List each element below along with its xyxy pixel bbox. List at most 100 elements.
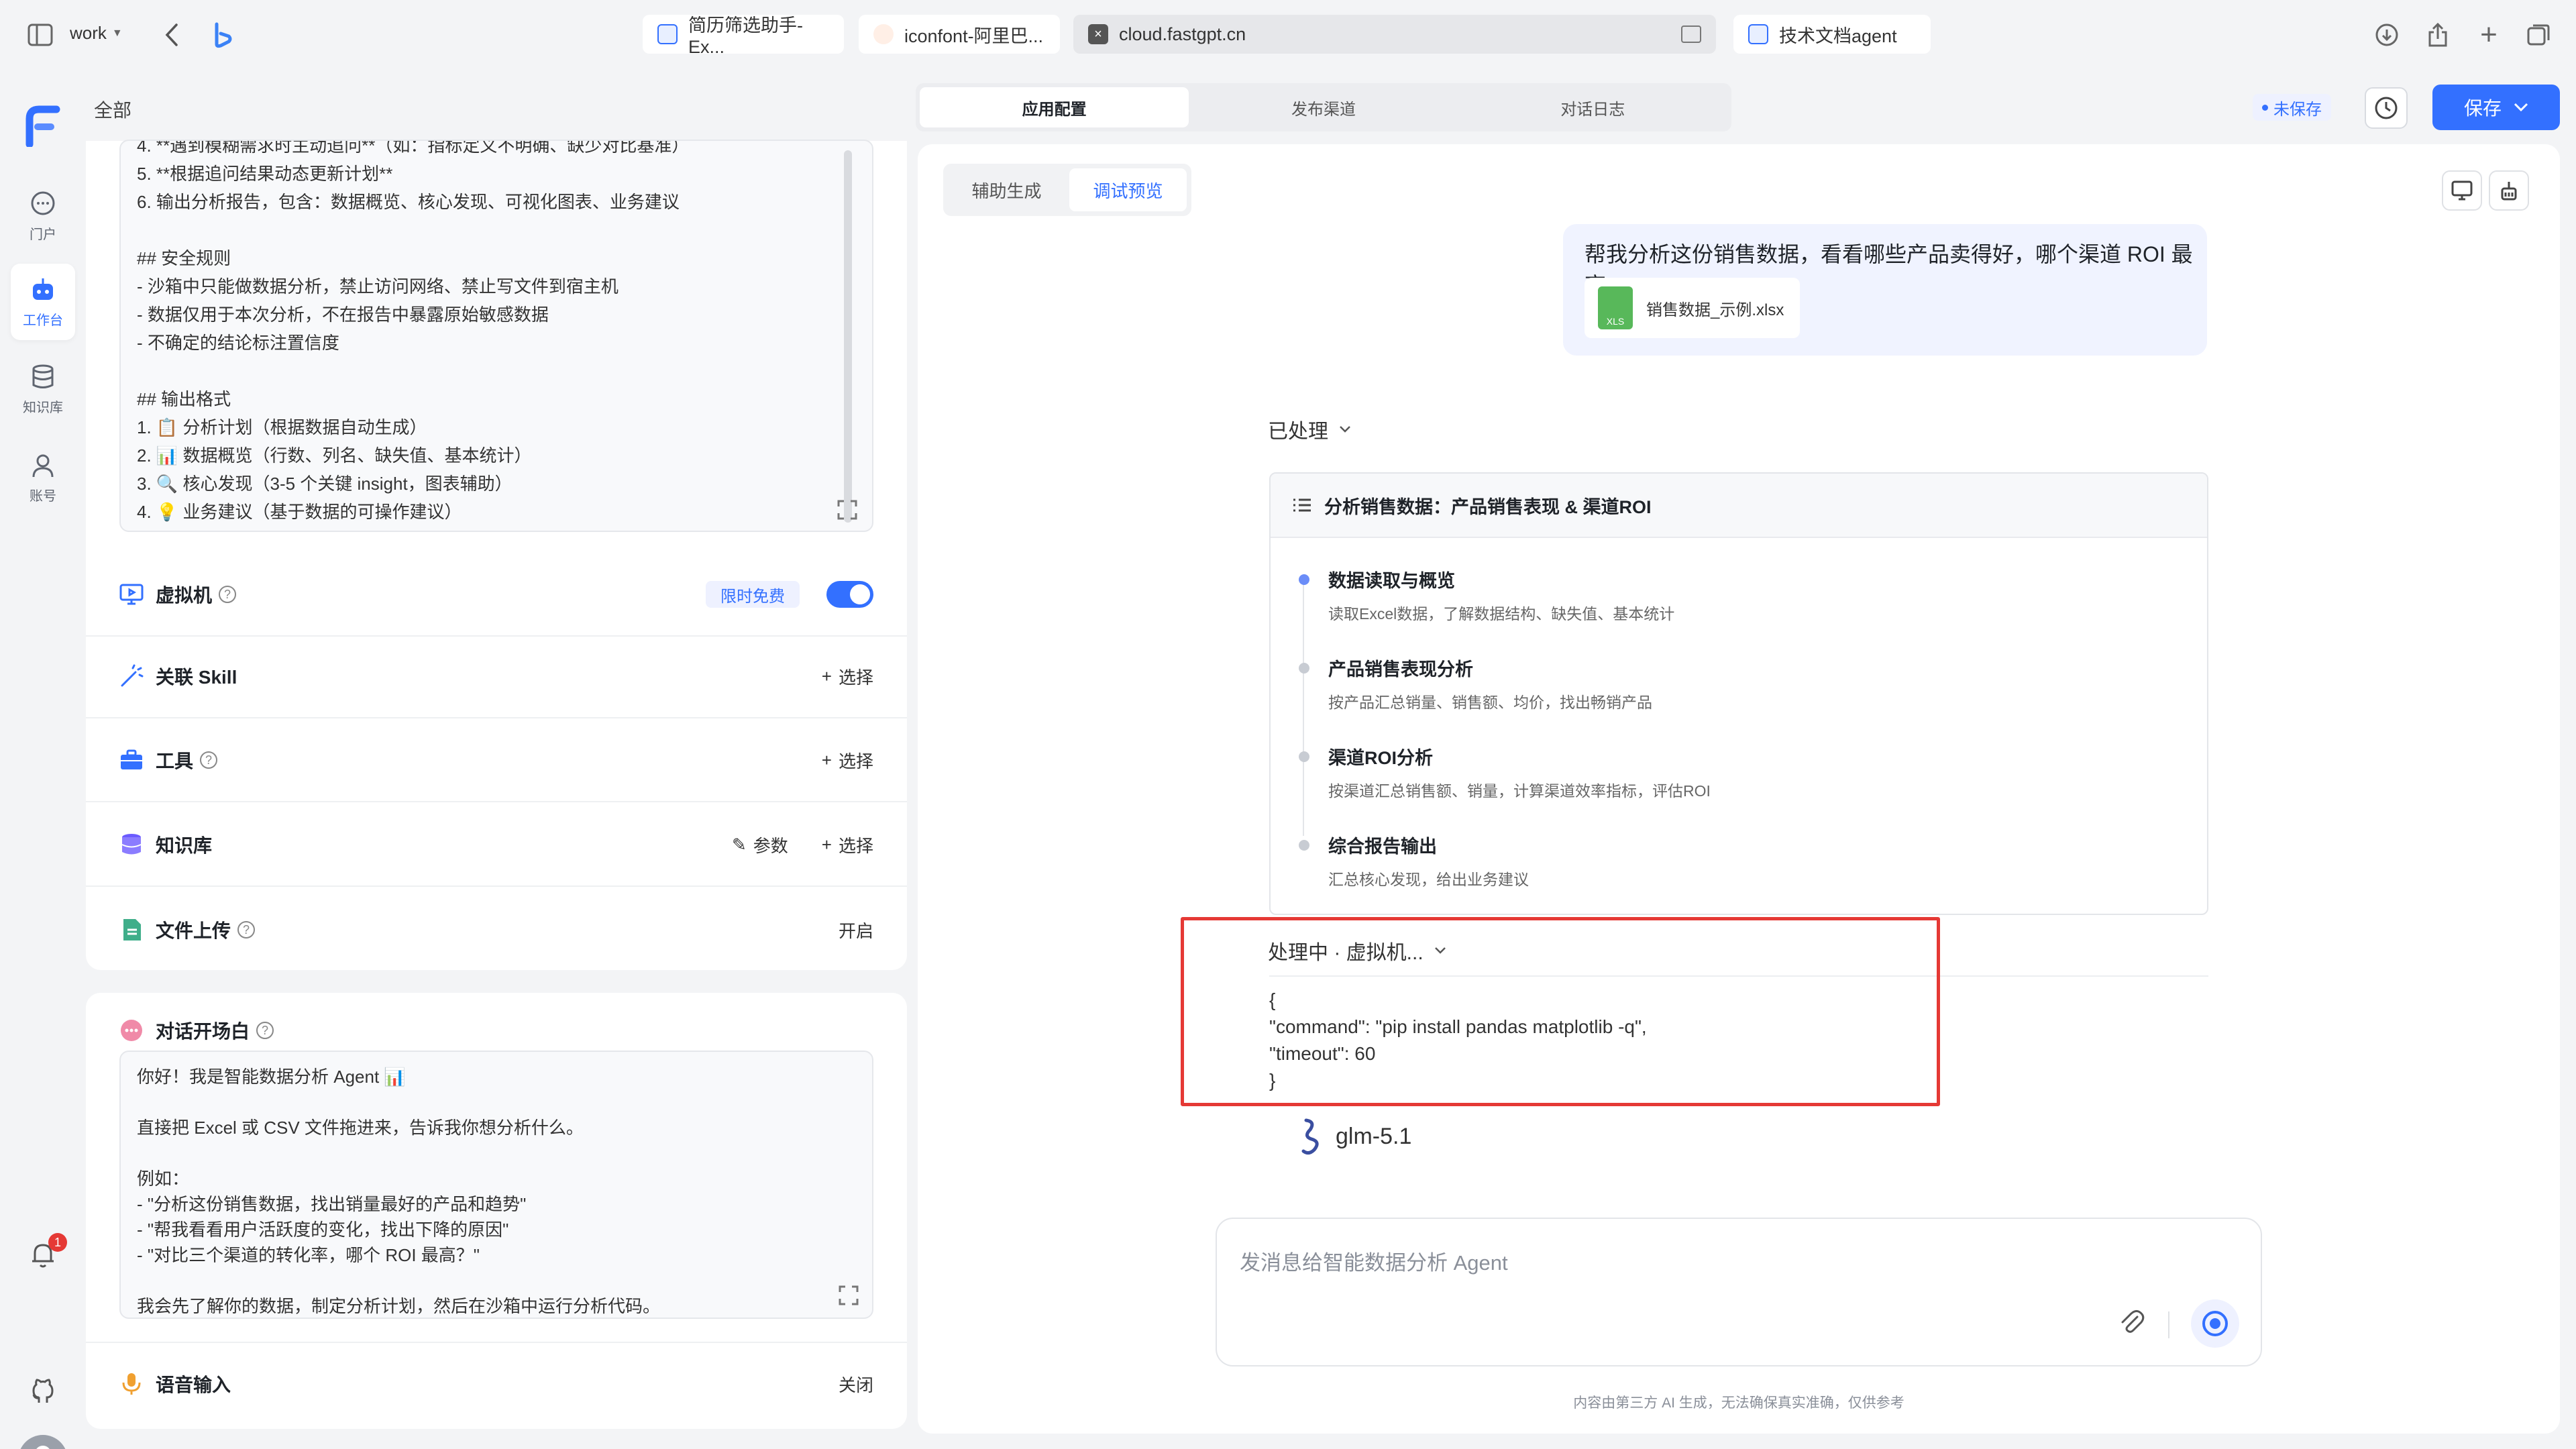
plan-header: 分析销售数据：产品销售表现 & 渠道ROI [1271,474,2207,538]
system-prompt-editor[interactable]: 4. **遇到模糊需求时主动追问**（如：指标定义不明确、缺少对比基准） 5. … [119,140,873,532]
sidebar-item-account[interactable]: 账号 [11,439,75,516]
model-indicator: glm-5.1 [1298,1116,1411,1157]
new-tab-icon[interactable]: + [2474,18,2504,51]
free-badge: 限时免费 [706,581,800,608]
welcome-text-editor[interactable]: 你好！我是智能数据分析 Agent 📊 直接把 Excel 或 CSV 文件拖进… [119,1051,873,1319]
tab-overview-icon[interactable] [2524,20,2553,50]
select-knowledge-button[interactable]: + 选择 [822,833,873,857]
sidebar-toggle-icon[interactable] [25,20,55,50]
chevron-down-icon [1340,426,1350,433]
history-button[interactable] [2365,87,2408,129]
chat-input-placeholder[interactable]: 发消息给智能数据分析 Agent [1240,1246,1508,1276]
sidebar-item-portal[interactable]: 门户 [11,178,75,254]
browser-tab[interactable]: 技术文档agent [1733,15,1931,54]
clear-chat-button[interactable] [2489,170,2529,211]
chat-bubble-icon [31,191,55,215]
download-icon[interactable] [2372,20,2402,50]
breadcrumb[interactable]: 全部 [94,96,131,123]
paperclip-icon[interactable] [2117,1307,2147,1337]
app-sidebar: 门户 工作台 知识库 账号 1 [0,69,86,1449]
attached-file[interactable]: XLS 销售数据_示例.xlsx [1585,278,1801,338]
ai-disclaimer: 内容由第三方 AI 生成，无法确保真实准确，仅供参考 [1573,1395,1904,1411]
save-button[interactable]: 保存 [2432,85,2560,130]
iconfont-favicon-icon [873,24,894,44]
select-skill-button[interactable]: + 选择 [822,664,873,689]
chevron-down-icon [2514,103,2528,112]
tab-publish-channel[interactable]: 发布渠道 [1189,87,1458,127]
sidebar-item-workbench[interactable]: 工作台 [11,264,75,340]
help-icon[interactable]: ? [256,1022,274,1039]
step-desc: 汇总核心发现，给出业务建议 [1328,871,1529,888]
tools-row: 工具 ? + 选择 [86,719,907,802]
select-tools-button[interactable]: + 选择 [822,748,873,773]
voice-input-status[interactable]: 关闭 [839,1372,873,1397]
tab-app-config[interactable]: 应用配置 [920,87,1189,127]
help-icon[interactable]: ? [200,751,218,769]
status-text: 未保存 [2273,100,2322,119]
plus-icon: + [821,834,832,855]
params-button[interactable]: ✎ 参数 [732,833,788,857]
expand-icon[interactable] [837,1284,860,1307]
divider [2168,1311,2169,1338]
reader-mode-icon[interactable] [1681,25,1701,43]
sidebar-item-knowledge[interactable]: 知识库 [11,351,75,427]
address-url[interactable]: cloud.fastgpt.cn [1119,24,1246,45]
workspace-switcher[interactable]: work ▼ [70,23,123,44]
database-icon [121,834,142,855]
tab-chat-logs[interactable]: 对话日志 [1458,87,1727,127]
tab-assist-generate[interactable]: 辅助生成 [948,168,1065,211]
welcome-text[interactable]: 你好！我是智能数据分析 Agent 📊 直接把 Excel 或 CSV 文件拖进… [137,1064,855,1318]
workspace-name: work [70,23,107,43]
knowledge-row: 知识库 ✎ 参数 + 选择 [86,804,907,887]
monitor-icon [119,584,144,605]
preview-subtabs: 辅助生成 调试预览 [943,164,1191,216]
zhipu-logo-icon [1301,1118,1319,1155]
skill-row: 关联 Skill + 选择 [86,635,907,718]
select-label: 选择 [838,667,873,688]
welcome-label: 对话开场白 [156,1021,250,1042]
sidebar-item-label: 工作台 [23,313,63,328]
processed-toggle[interactable]: 已处理 [1268,415,1351,444]
browser-toolbar: work ▼ 简历筛选助手-Ex... iconfont-阿里巴... × cl… [0,0,2576,69]
step-dot [1299,663,1309,674]
tab-debug-preview[interactable]: 调试预览 [1069,168,1187,211]
file-upload-label: 文件上传 [156,920,231,941]
step-title: 综合报告输出 [1328,837,1437,857]
page-tabs: 应用配置 发布渠道 对话日志 [916,83,1731,131]
file-upload-row: 文件上传 ? 开启 [86,888,907,971]
tab-label: 技术文档agent [1779,25,1897,46]
params-label: 参数 [753,835,788,856]
screen-preview-button[interactable] [2442,170,2482,211]
github-icon[interactable] [28,1376,59,1407]
file-type-label: XLS [1606,316,1625,327]
edit-icon: ✎ [731,834,747,855]
browser-tab[interactable]: 简历筛选助手-Ex... [643,15,844,57]
chat-dots-icon [121,1020,142,1041]
help-icon[interactable]: ? [219,586,237,603]
sidebar-item-label: 知识库 [23,400,63,415]
prompt-scrollbar[interactable] [844,150,852,523]
step-dot [1299,574,1309,585]
back-arrow-icon[interactable] [158,20,185,50]
avatar[interactable] [18,1435,68,1449]
chat-input[interactable]: 发消息给智能数据分析 Agent [1216,1218,2262,1366]
tab-label: iconfont-阿里巴... [904,25,1044,46]
notification-bell-icon[interactable]: 1 [28,1233,67,1271]
browser-tab[interactable]: iconfont-阿里巴... [859,15,1060,54]
database-icon [32,364,54,388]
close-tab-icon[interactable]: × [1088,24,1108,44]
step-title: 渠道ROI分析 [1328,748,1434,768]
expand-icon[interactable] [836,498,859,521]
fastgpt-logo-icon[interactable] [23,104,63,148]
sidebar-item-label: 门户 [30,227,56,242]
help-icon[interactable]: ? [237,921,256,938]
browser-tab-active[interactable]: × cloud.fastgpt.cn [1073,15,1716,54]
file-upload-status[interactable]: 开启 [839,918,873,943]
share-icon[interactable] [2423,19,2453,51]
system-prompt-text[interactable]: 4. **遇到模糊需求时主动追问**（如：指标定义不明确、缺少对比基准） 5. … [137,141,835,526]
model-name: glm-5.1 [1336,1123,1412,1149]
step-title: 数据读取与概览 [1328,571,1455,591]
vm-toggle[interactable] [826,581,873,608]
send-button[interactable] [2191,1299,2239,1348]
chevron-down-icon: ▼ [111,27,123,39]
